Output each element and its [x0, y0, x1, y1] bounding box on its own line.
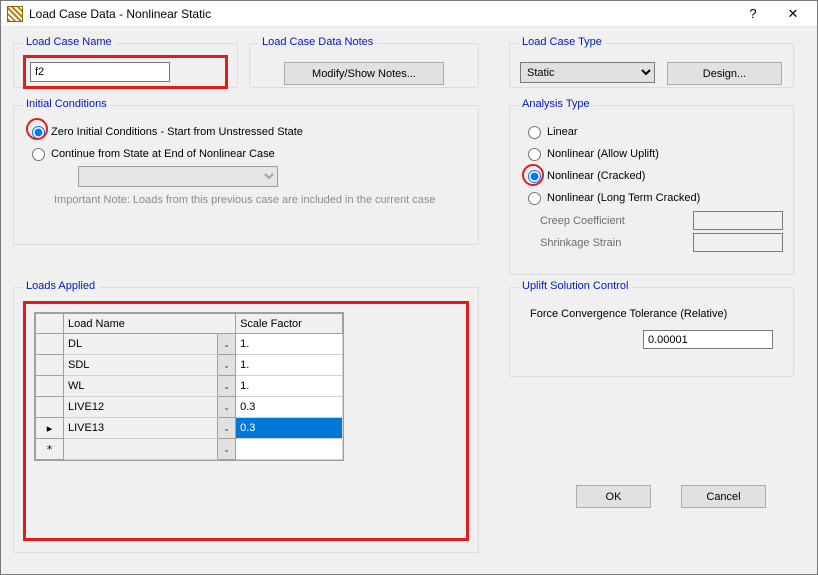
label-creep: Creep Coefficient	[540, 215, 685, 227]
label-shrink: Shrinkage Strain	[540, 237, 685, 249]
chevron-down-icon[interactable]: ⌄	[218, 418, 236, 439]
label-longterm: Nonlinear (Long Term Cracked)	[547, 192, 700, 204]
highlight-loads: Load Name Scale Factor DL⌄1. SDL⌄1. WL⌄1…	[24, 302, 468, 540]
radio-continue-state[interactable]	[32, 148, 45, 161]
label-continue-state: Continue from State at End of Nonlinear …	[51, 148, 275, 160]
grid-corner	[36, 314, 64, 334]
label-tolerance: Force Convergence Tolerance (Relative)	[530, 308, 783, 320]
loads-grid[interactable]: Load Name Scale Factor DL⌄1. SDL⌄1. WL⌄1…	[34, 312, 344, 461]
modify-notes-button[interactable]: Modify/Show Notes...	[284, 62, 444, 85]
initial-conditions-note: Important Note: Loads from this previous…	[54, 193, 454, 207]
group-analysis-type: Analysis Type Linear Nonlinear (Allow Up…	[509, 105, 794, 275]
legend-load-case-name: Load Case Name	[22, 36, 116, 48]
app-icon	[7, 6, 23, 22]
group-loads-applied: Loads Applied Load Name Scale Factor DL⌄…	[13, 287, 479, 553]
radio-zero-initial[interactable]	[32, 126, 45, 139]
radio-longterm[interactable]	[528, 192, 541, 205]
table-row[interactable]: DL⌄1.	[36, 334, 343, 355]
radio-cracked[interactable]	[528, 170, 541, 183]
label-linear: Linear	[547, 126, 578, 138]
table-row[interactable]: ▸LIVE13⌄0.3	[36, 418, 343, 439]
dialog-content: Load Case Name Load Case Data Notes Modi…	[1, 27, 817, 574]
load-case-type-select[interactable]: Static	[520, 62, 655, 83]
label-zero-initial: Zero Initial Conditions - Start from Uns…	[51, 126, 303, 138]
chevron-down-icon[interactable]: ⌄	[218, 397, 236, 418]
legend-uplift: Uplift Solution Control	[518, 280, 632, 292]
chevron-down-icon[interactable]: ⌄	[218, 334, 236, 355]
load-case-name-input[interactable]	[30, 62, 170, 82]
header-scale-factor: Scale Factor	[236, 314, 343, 334]
group-load-case-type: Load Case Type Static Design...	[509, 43, 794, 88]
close-button[interactable]: ✕	[773, 2, 813, 26]
legend-loads-applied: Loads Applied	[22, 280, 99, 292]
chevron-down-icon[interactable]: ⌄	[218, 439, 236, 460]
group-notes: Load Case Data Notes Modify/Show Notes..…	[249, 43, 479, 88]
chevron-down-icon[interactable]: ⌄	[218, 376, 236, 397]
label-uplift: Nonlinear (Allow Uplift)	[547, 148, 659, 160]
chevron-down-icon[interactable]: ⌄	[218, 355, 236, 376]
legend-notes: Load Case Data Notes	[258, 36, 377, 48]
dialog-window: Load Case Data - Nonlinear Static ? ✕ Lo…	[0, 0, 818, 575]
legend-load-case-type: Load Case Type	[518, 36, 606, 48]
group-initial-conditions: Initial Conditions Zero Initial Conditio…	[13, 105, 479, 245]
shrink-input	[693, 233, 783, 252]
label-cracked: Nonlinear (Cracked)	[547, 170, 645, 182]
highlight-name	[24, 56, 227, 88]
group-uplift-control: Uplift Solution Control Force Convergenc…	[509, 287, 794, 377]
radio-uplift[interactable]	[528, 148, 541, 161]
header-load-name: Load Name	[64, 314, 236, 334]
creep-input	[693, 211, 783, 230]
legend-initial-conditions: Initial Conditions	[22, 98, 111, 110]
group-load-case-name: Load Case Name	[13, 43, 238, 88]
table-row-new[interactable]: *⌄	[36, 439, 343, 460]
cancel-button[interactable]: Cancel	[681, 485, 766, 508]
table-row[interactable]: LIVE12⌄0.3	[36, 397, 343, 418]
radio-linear[interactable]	[528, 126, 541, 139]
legend-analysis-type: Analysis Type	[518, 98, 594, 110]
ok-button[interactable]: OK	[576, 485, 651, 508]
table-row[interactable]: SDL⌄1.	[36, 355, 343, 376]
tolerance-input[interactable]	[643, 330, 773, 349]
titlebar: Load Case Data - Nonlinear Static ? ✕	[1, 1, 817, 27]
window-title: Load Case Data - Nonlinear Static	[29, 7, 733, 21]
table-row[interactable]: WL⌄1.	[36, 376, 343, 397]
design-button[interactable]: Design...	[667, 62, 782, 85]
help-button[interactable]: ?	[733, 2, 773, 26]
previous-case-select[interactable]	[78, 166, 278, 187]
